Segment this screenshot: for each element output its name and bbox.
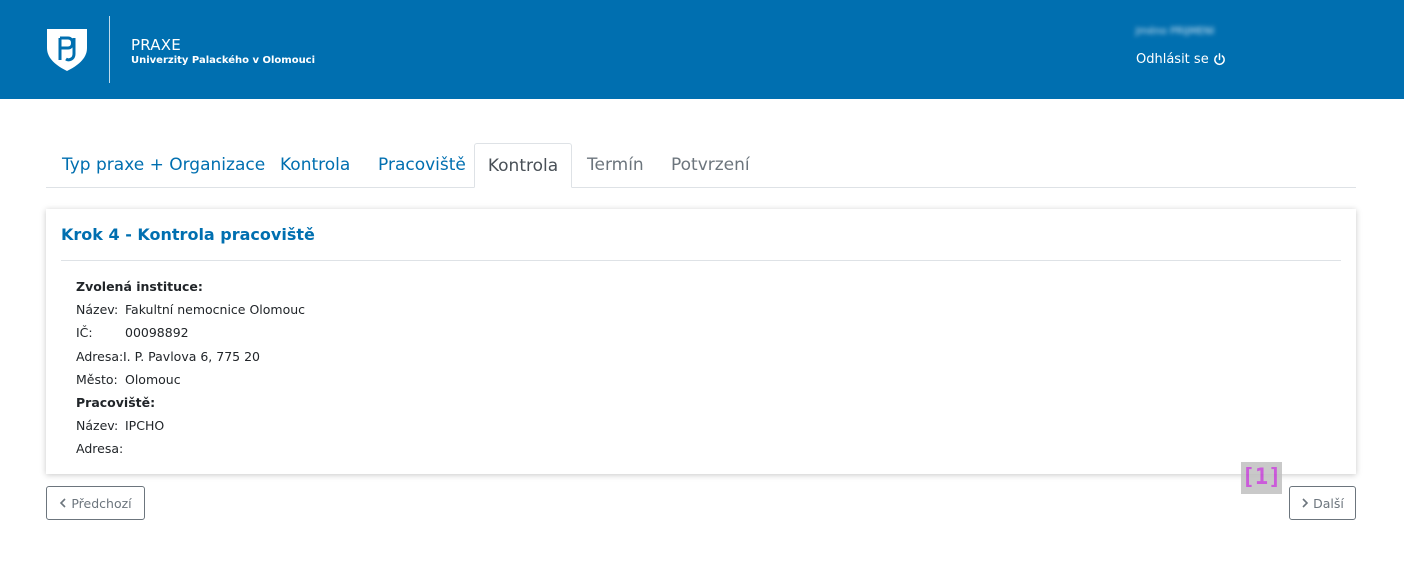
institution-address-value: I. P. Pavlova 6, 775 20 <box>123 349 260 364</box>
annotation-marker: [1] <box>1241 462 1282 494</box>
header-divider <box>109 16 110 83</box>
institution-city-value: Olomouc <box>125 372 181 387</box>
user-name: Jméno PŘÍJMENÍ <box>1135 26 1215 37</box>
tab-typ-praxe-organizace[interactable]: Typ praxe + Organizace <box>62 143 265 188</box>
top-header: PRAXE Univerzity Palackého v Olomouci Jm… <box>0 0 1404 99</box>
card-title: Krok 4 - Kontrola pracoviště <box>61 225 315 244</box>
chevron-right-icon <box>1301 496 1309 511</box>
workplace-name-label: Název: <box>76 418 119 433</box>
logout-label: Odhlásit se <box>1136 52 1209 67</box>
tab-termin: Termín <box>587 155 644 175</box>
institution-name-value: Fakultní nemocnice Olomouc <box>125 302 306 317</box>
tab-potvrzeni: Potvrzení <box>671 155 750 175</box>
workplace-address-label: Adresa: <box>76 441 124 456</box>
previous-button-label: Předchozí <box>71 495 132 511</box>
institution-city-label: Město: <box>76 372 118 387</box>
institution-ic-value: 00098892 <box>125 325 189 340</box>
tab-kontrola-1[interactable]: Kontrola <box>280 143 350 188</box>
tab-pracoviste[interactable]: Pracoviště <box>378 143 466 188</box>
power-icon <box>1213 53 1226 66</box>
workplace-name-value: IPCHO <box>125 418 165 433</box>
app-subtitle: Univerzity Palackého v Olomouci <box>131 55 316 66</box>
institution-name-label: Název: <box>76 302 119 317</box>
chevron-left-icon <box>59 496 67 511</box>
university-logo-icon[interactable] <box>44 26 90 72</box>
step-tabs: Typ praxe + Organizace Kontrola Pracoviš… <box>46 143 1356 188</box>
institution-ic-label: IČ: <box>76 325 93 340</box>
logout-link[interactable]: Odhlásit se <box>1136 52 1226 67</box>
card-divider <box>61 260 1341 261</box>
workplace-heading: Pracoviště: <box>76 395 156 410</box>
tab-kontrola-active[interactable]: Kontrola <box>474 143 572 188</box>
previous-button[interactable]: Předchozí <box>46 486 145 520</box>
next-button-label: Další <box>1313 495 1344 511</box>
next-button[interactable]: Další <box>1289 486 1356 520</box>
institution-heading: Zvolená instituce: <box>76 279 203 294</box>
review-card: Krok 4 - Kontrola pracoviště Zvolená ins… <box>46 209 1356 474</box>
app-title: PRAXE <box>131 36 181 54</box>
institution-address-label: Adresa: <box>76 349 124 364</box>
